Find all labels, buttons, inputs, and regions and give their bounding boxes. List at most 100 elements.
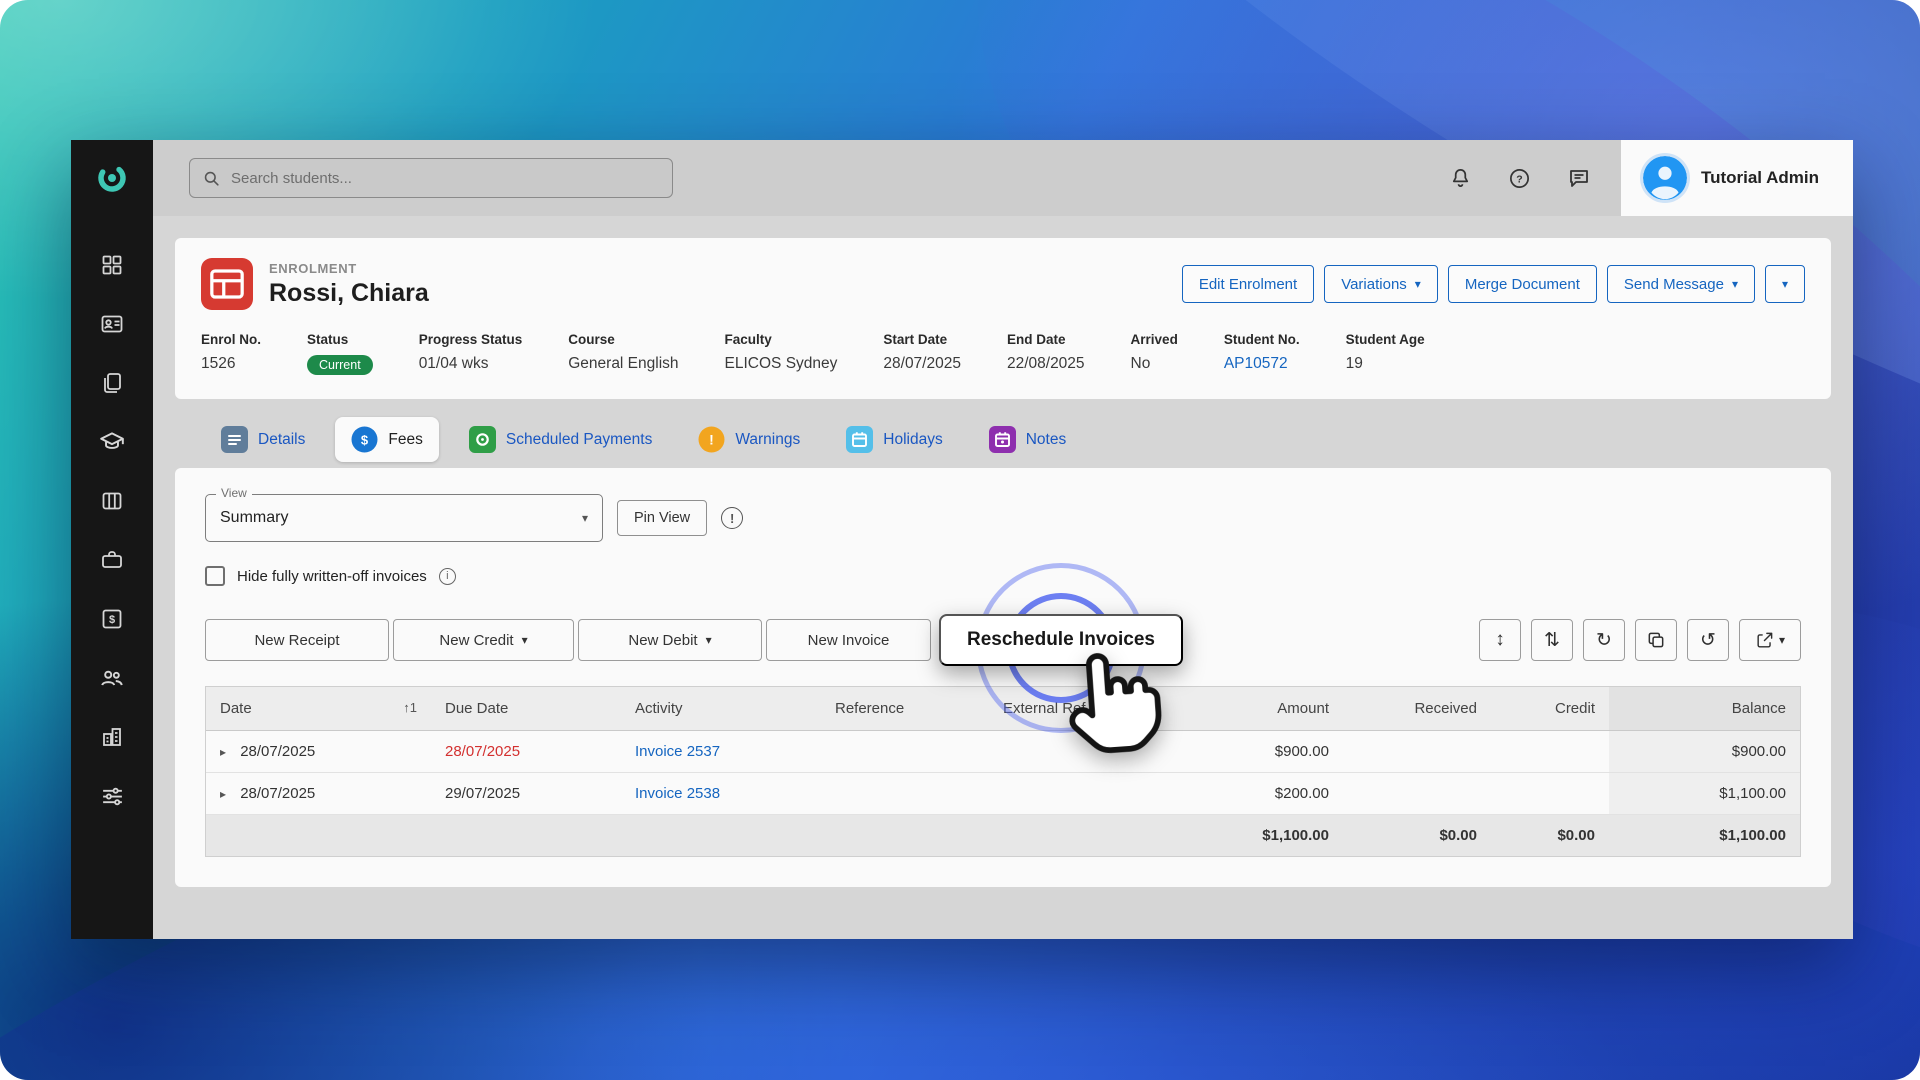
reschedule-invoices-button[interactable]: Reschedule Invoices xyxy=(939,614,1183,666)
student-no-link[interactable]: AP10572 xyxy=(1224,355,1300,373)
notifications-button[interactable] xyxy=(1449,167,1472,190)
cell-received xyxy=(1343,773,1491,815)
invoice-row[interactable]: ▸ 28/07/2025 29/07/2025 Invoice 2538 $20… xyxy=(206,773,1800,815)
caret-down-icon: ▾ xyxy=(522,634,528,646)
svg-text:$: $ xyxy=(361,433,369,448)
copy-button[interactable] xyxy=(1635,619,1677,661)
more-actions-button[interactable]: ▾ xyxy=(1765,265,1805,303)
send-message-label: Send Message xyxy=(1624,276,1724,293)
svg-text:$: $ xyxy=(109,614,115,626)
app-window: $ xyxy=(71,140,1853,939)
tab-scheduled-payments[interactable]: Scheduled Payments xyxy=(453,417,668,462)
sidebar-item-settings[interactable] xyxy=(99,783,125,809)
view-select-value: Summary xyxy=(220,509,288,527)
edit-enrolment-button[interactable]: Edit Enrolment xyxy=(1182,265,1314,303)
sidebar-item-tables[interactable] xyxy=(99,488,125,514)
new-receipt-label: New Receipt xyxy=(254,632,339,649)
col-received[interactable]: Received xyxy=(1343,687,1491,731)
field-value: No xyxy=(1131,355,1178,373)
tab-label: Warnings xyxy=(735,431,800,449)
unfold-more-icon: ↕ xyxy=(1495,629,1505,651)
new-debit-button[interactable]: New Debit ▾ xyxy=(578,619,762,661)
view-row: View Summary ▾ Pin View ! xyxy=(205,494,1801,542)
content: ENROLMENT Rossi, Chiara Edit Enrolment V… xyxy=(153,216,1853,887)
col-external-ref[interactable]: External Ref xyxy=(989,687,1175,731)
send-message-button[interactable]: Send Message ▾ xyxy=(1607,265,1755,303)
search-input[interactable] xyxy=(231,170,660,187)
history-button[interactable]: ↺ xyxy=(1687,619,1729,661)
search-box[interactable] xyxy=(189,158,673,198)
help-button[interactable]: ? xyxy=(1508,167,1531,190)
collapse-rows-button[interactable]: ⇅ xyxy=(1531,619,1573,661)
field-label: Student No. xyxy=(1224,332,1300,347)
tab-holidays[interactable]: Holidays xyxy=(830,417,958,462)
sidebar-item-dashboard[interactable] xyxy=(99,252,125,278)
new-invoice-button[interactable]: New Invoice xyxy=(766,619,931,661)
invoice-link[interactable]: Invoice 2537 xyxy=(635,743,720,760)
col-balance[interactable]: Balance xyxy=(1609,687,1800,731)
merge-document-button[interactable]: Merge Document xyxy=(1448,265,1597,303)
reschedule-invoices-highlight: Reschedule Invoices xyxy=(939,614,1183,666)
finance-icon: $ xyxy=(100,607,124,631)
building-icon xyxy=(100,725,124,749)
svg-text:!: ! xyxy=(710,432,715,448)
sidebar-item-finance[interactable]: $ xyxy=(99,606,125,632)
dashboard-icon xyxy=(100,253,124,277)
pin-view-button[interactable]: Pin View xyxy=(617,500,707,536)
tab-bar: Details $ Fees Scheduled Payments xyxy=(205,417,1831,462)
row-expand-icon[interactable]: ▸ xyxy=(220,787,226,801)
invoice-row[interactable]: ▸ 28/07/2025 28/07/2025 Invoice 2537 $90… xyxy=(206,731,1800,773)
field-student-no: Student No. AP10572 xyxy=(1224,332,1300,375)
user-menu[interactable]: Tutorial Admin xyxy=(1621,140,1853,216)
sidebar-item-staff[interactable] xyxy=(99,665,125,691)
cell-credit xyxy=(1491,773,1609,815)
refresh-icon: ↻ xyxy=(1596,629,1612,652)
caret-down-icon: ▾ xyxy=(706,634,712,646)
tab-warnings[interactable]: ! Warnings xyxy=(682,417,816,462)
tab-label: Fees xyxy=(388,431,422,449)
notes-tab-icon xyxy=(989,426,1016,453)
export-button[interactable]: ▾ xyxy=(1739,619,1801,661)
tab-fees[interactable]: $ Fees xyxy=(335,417,438,462)
people-icon xyxy=(99,665,125,691)
col-activity[interactable]: Activity xyxy=(621,687,821,731)
refresh-button[interactable]: ↻ xyxy=(1583,619,1625,661)
col-amount[interactable]: Amount xyxy=(1175,687,1343,731)
total-balance: $1,100.00 xyxy=(1609,815,1800,857)
holidays-tab-icon xyxy=(846,426,873,453)
tab-notes[interactable]: Notes xyxy=(973,417,1083,462)
col-reference[interactable]: Reference xyxy=(821,687,989,731)
row-expand-icon[interactable]: ▸ xyxy=(220,745,226,759)
app-logo[interactable] xyxy=(95,140,129,216)
col-due-date[interactable]: Due Date xyxy=(431,687,621,731)
field-label: Faculty xyxy=(725,332,838,347)
view-select-label: View xyxy=(216,486,252,500)
total-amount: $1,100.00 xyxy=(1175,815,1343,857)
caret-down-icon: ▾ xyxy=(582,512,588,524)
field-label: Status xyxy=(307,332,373,347)
grid-header-row: Date ↑1 Due Date Activity Reference Exte… xyxy=(206,687,1800,731)
col-credit[interactable]: Credit xyxy=(1491,687,1609,731)
new-credit-button[interactable]: New Credit ▾ xyxy=(393,619,574,661)
field-label: Arrived xyxy=(1131,332,1178,347)
sidebar-item-services[interactable] xyxy=(99,547,125,573)
sidebar-item-contacts[interactable] xyxy=(99,311,125,337)
sort-asc-icon[interactable]: ↑1 xyxy=(403,700,417,715)
expand-rows-button[interactable]: ↕ xyxy=(1479,619,1521,661)
enrolment-title-block: ENROLMENT Rossi, Chiara xyxy=(269,261,429,308)
invoice-link[interactable]: Invoice 2538 xyxy=(635,785,720,802)
info-icon[interactable]: i xyxy=(439,568,456,585)
new-debit-label: New Debit xyxy=(628,632,697,649)
sidebar-item-courses[interactable] xyxy=(99,429,125,455)
sidebar-item-organisation[interactable] xyxy=(99,724,125,750)
variations-button[interactable]: Variations ▾ xyxy=(1324,265,1438,303)
view-select[interactable]: View Summary ▾ xyxy=(205,494,603,542)
hide-written-off-checkbox[interactable] xyxy=(205,566,225,586)
tab-details[interactable]: Details xyxy=(205,417,321,462)
sidebar-item-documents[interactable] xyxy=(99,370,125,396)
new-receipt-button[interactable]: New Receipt xyxy=(205,619,389,661)
view-info-icon[interactable]: ! xyxy=(721,507,743,529)
col-date[interactable]: Date ↑1 xyxy=(206,687,431,731)
main-area: ? Tutorial Admin xyxy=(153,140,1853,939)
feedback-button[interactable] xyxy=(1567,166,1591,190)
